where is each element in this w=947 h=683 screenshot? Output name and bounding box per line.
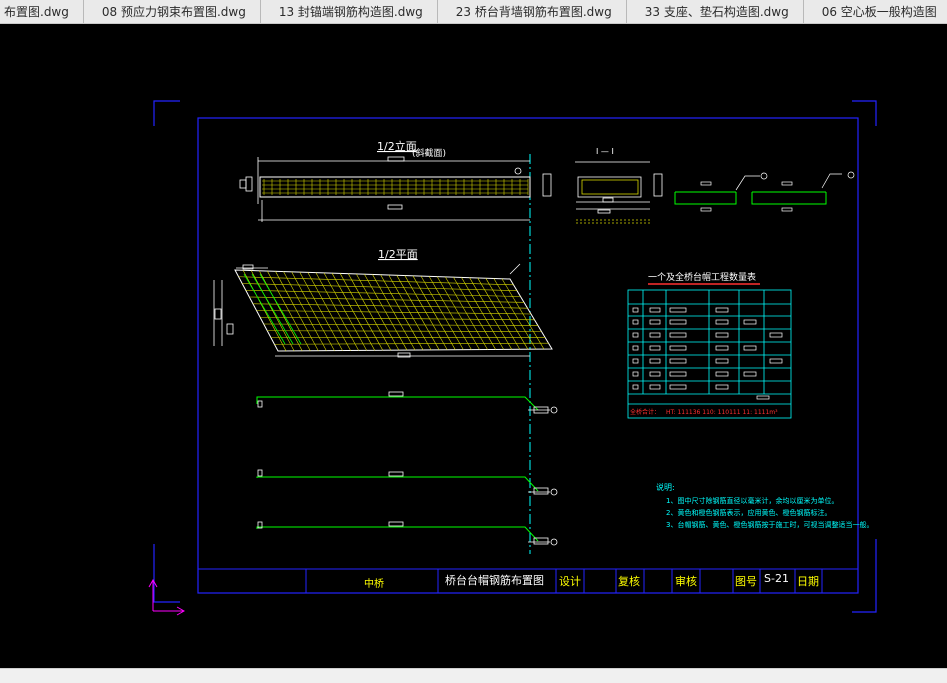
- table-cell-mark: [715, 332, 729, 338]
- table-cell-mark: [743, 319, 757, 325]
- elevation-cap-body: [259, 176, 531, 198]
- plan-rebar-grid: [238, 270, 549, 352]
- table-cell-mark: [715, 345, 729, 351]
- table-cell-mark: [632, 384, 639, 390]
- table-cell-mark: [632, 307, 639, 313]
- tab-hollow-slab[interactable]: 06 空心板一般构造图: [804, 0, 947, 23]
- table-cell-mark: [769, 332, 783, 338]
- table-cell-mark: [669, 332, 687, 338]
- table-cell-mark: [715, 384, 729, 390]
- table-title: 一个及全桥台帽工程数量表: [648, 271, 756, 283]
- tab-bearing-pad[interactable]: 33 支座、垫石构造图.dwg: [627, 0, 804, 23]
- plan-cap-outline: [234, 269, 553, 352]
- table-cell-mark: [669, 384, 687, 390]
- table-cell-mark: [756, 395, 770, 400]
- table-bottom-row: 全桥合计：: [630, 408, 660, 416]
- table-cell-mark: [715, 358, 729, 364]
- table-cell-mark: [649, 332, 661, 338]
- tab-layout-drawing[interactable]: 布置图.dwg: [0, 0, 84, 23]
- section-view: [542, 161, 663, 214]
- table-cell-mark: [632, 345, 639, 351]
- quantity-table-cells: [632, 307, 783, 400]
- rebar-line-1: [256, 396, 539, 411]
- status-bar: [0, 668, 947, 683]
- elevation-rebar-grid: [262, 179, 529, 195]
- table-cell-mark: [632, 371, 639, 377]
- title-block-drawing-no: S-21: [764, 572, 789, 585]
- table-bottom-values: HT: 111136 110: 110111 11: 1111m³: [666, 409, 778, 416]
- document-tab-bar: 布置图.dwg 08 预应力钢束布置图.dwg 13 封锚端钢筋构造图.dwg …: [0, 0, 947, 24]
- elevation-marker: [514, 167, 522, 175]
- tab-prestress-tendon[interactable]: 08 预应力钢束布置图.dwg: [84, 0, 261, 23]
- detail-bar-b: [751, 191, 827, 205]
- table-cell-mark: [669, 307, 687, 313]
- detail-bar-a: [674, 191, 737, 205]
- table-cell-mark: [649, 307, 661, 313]
- title-block-drawing-name: 桥台台帽钢筋布置图: [445, 573, 544, 587]
- title-block-review: 复核: [618, 574, 640, 588]
- plan-grid-line: [242, 283, 518, 291]
- table-cell-mark: [649, 384, 661, 390]
- table-cell-mark: [769, 358, 783, 364]
- title-block-design: 设计: [559, 575, 581, 588]
- table-cell-mark: [649, 358, 661, 364]
- elevation-note: (斜截面): [412, 147, 446, 159]
- outer-frame-corners: [153, 100, 877, 613]
- title-block-date-label: 日期: [797, 575, 819, 588]
- table-cell-mark: [743, 345, 757, 351]
- table-cell-mark: [669, 358, 687, 364]
- title-block-drawing-no-label: 图号: [735, 575, 757, 588]
- table-cell-mark: [715, 319, 729, 325]
- note-line-1: 1、图中尺寸除钢筋直径以毫米计，余均以厘米为单位。: [666, 496, 838, 505]
- table-cell-mark: [632, 332, 639, 338]
- table-cell-mark: [715, 307, 729, 313]
- plan-grid-line: [245, 289, 521, 297]
- title-block-project: 中桥: [364, 577, 384, 590]
- table-cell-mark: [743, 371, 757, 377]
- tab-abutment-backwall[interactable]: 23 桥台背墙钢筋布置图.dwg: [438, 0, 627, 23]
- table-cell-mark: [649, 319, 661, 325]
- rebar-line-3: [256, 526, 539, 542]
- rebar-line-2: [256, 476, 539, 492]
- table-cell-mark: [649, 371, 661, 377]
- plan-grid-line: [267, 330, 542, 332]
- table-cell-mark: [632, 319, 639, 325]
- note-line-3: 3、台帽钢筋、黄色、橙色钢筋按于施工时，可视当调整适当一般。: [666, 520, 873, 529]
- table-cell-mark: [632, 358, 639, 364]
- section-label: I — I: [596, 147, 614, 156]
- table-cell-mark: [715, 371, 729, 377]
- elevation-title: 1/2立面: [377, 139, 417, 153]
- elevation-dimensions: [239, 156, 530, 222]
- plan-title: 1/2平面: [378, 248, 418, 261]
- table-cell-mark: [669, 345, 687, 351]
- cad-drawing: 中桥 桥台台帽钢筋布置图 设计 复核 审核 图号 S-21 日期 1/2立面 (…: [148, 100, 877, 616]
- table-cell-mark: [669, 319, 687, 325]
- drawing-canvas[interactable]: 中桥 桥台台帽钢筋布置图 设计 复核 审核 图号 S-21 日期 1/2立面 (…: [0, 24, 947, 668]
- rebar-tags: [257, 391, 558, 546]
- title-block-audit: 审核: [675, 574, 697, 588]
- tab-anchor-end-rebar[interactable]: 13 封锚端钢筋构造图.dwg: [261, 0, 438, 23]
- note-line-2: 2、黄色和橙色钢筋表示，应用黄色、橙色钢筋标注。: [666, 508, 831, 517]
- table-cell-mark: [669, 371, 687, 377]
- table-cell-mark: [649, 345, 661, 351]
- notes-heading: 说明:: [656, 482, 675, 492]
